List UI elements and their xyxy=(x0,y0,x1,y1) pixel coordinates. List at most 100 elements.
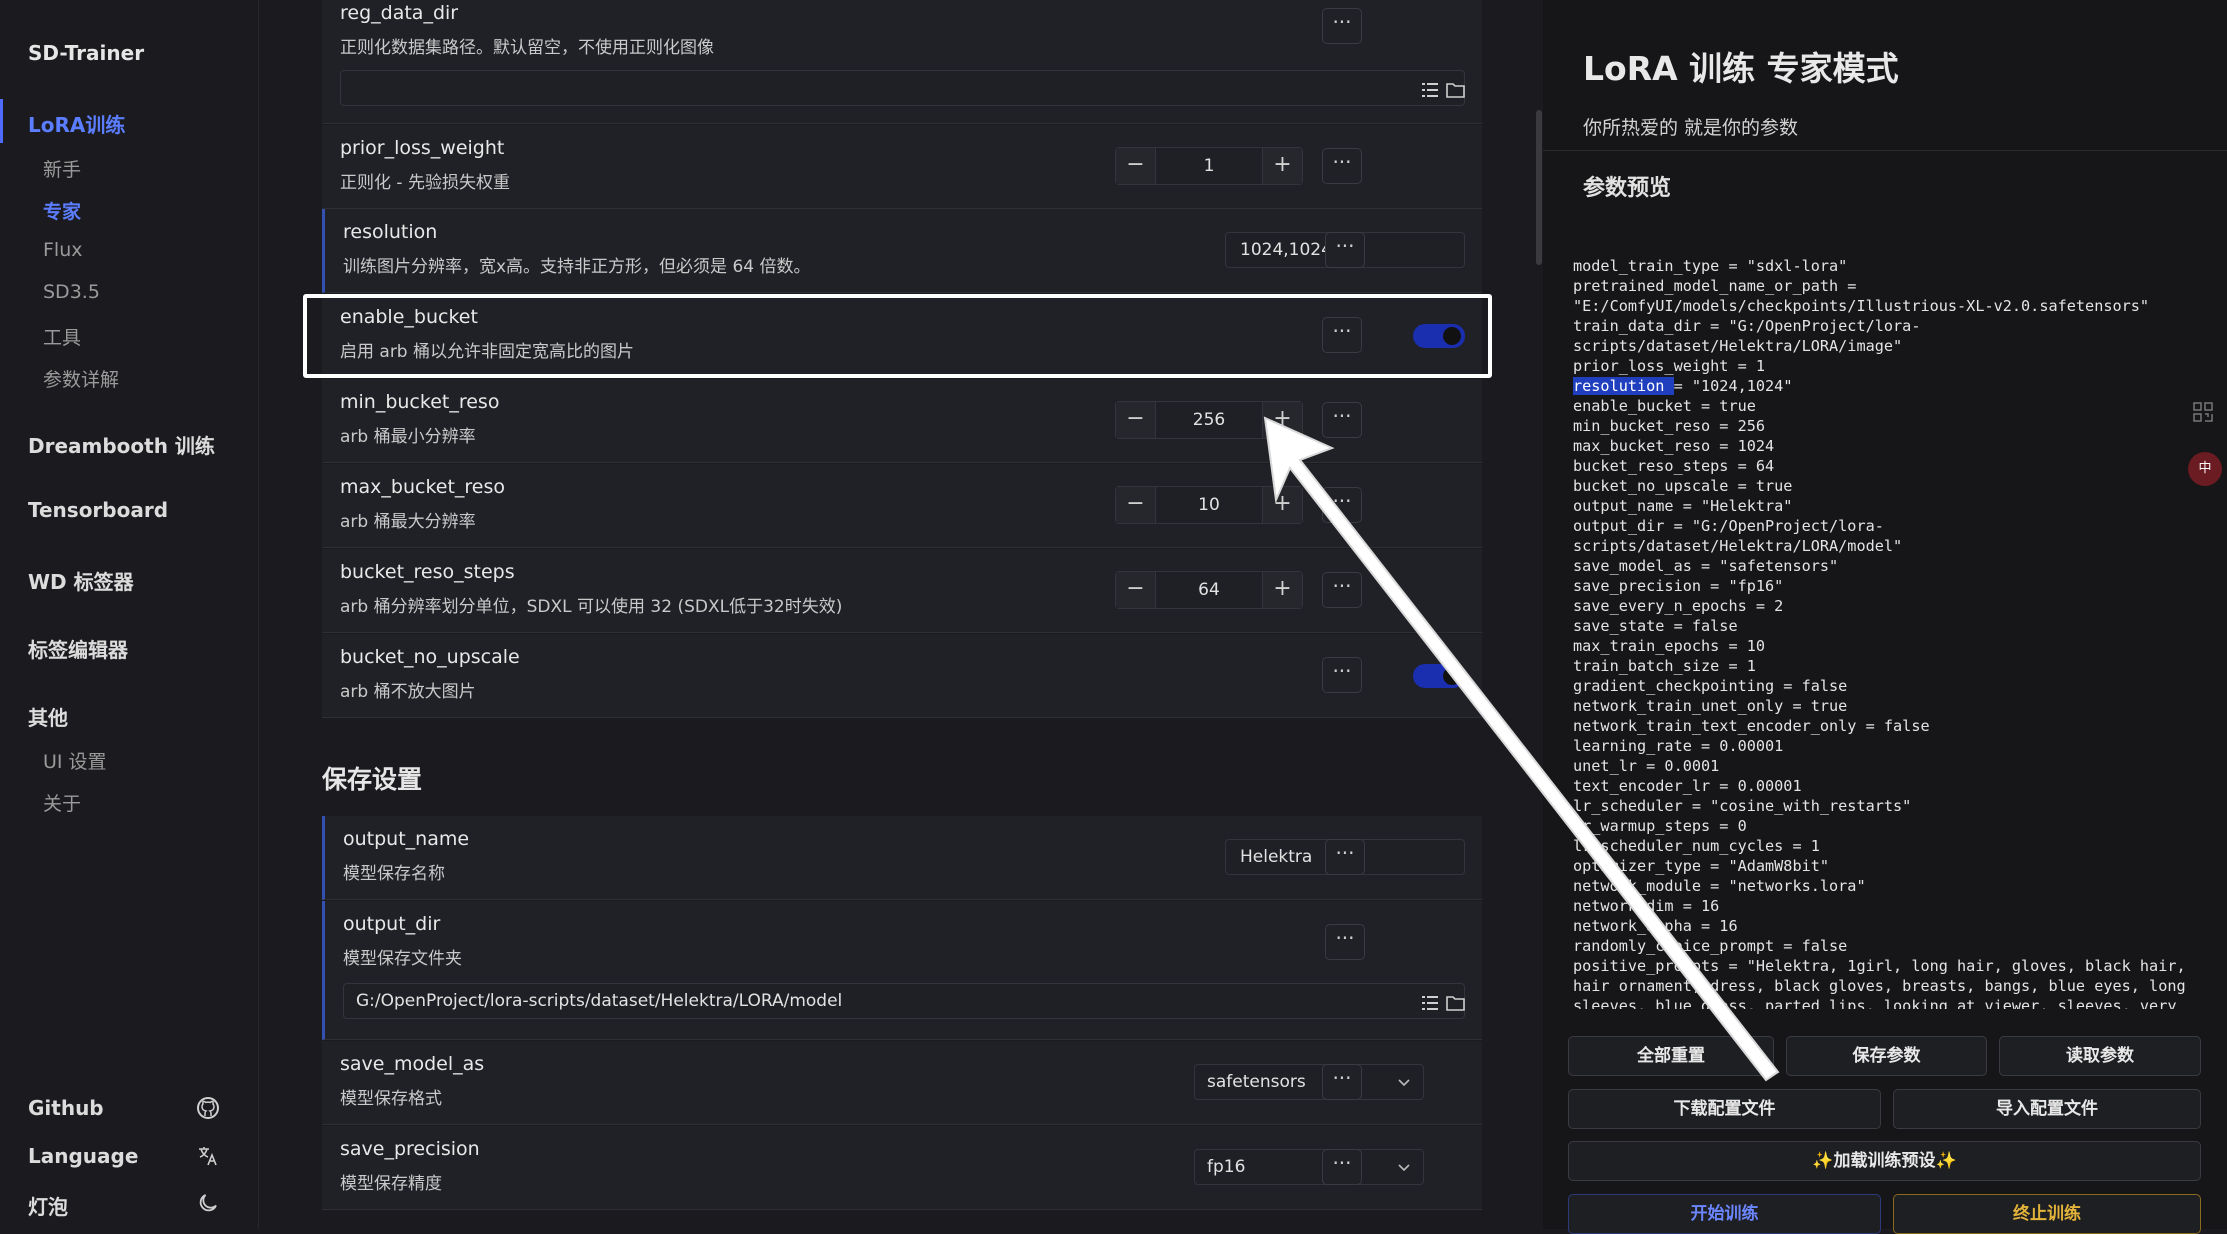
increment-button[interactable]: + xyxy=(1262,402,1302,438)
code-line: network_train_unet_only = true xyxy=(1573,697,1848,715)
sidebar-item-dreambooth[interactable]: Dreambooth 训练 xyxy=(28,430,215,459)
sidebar-item-other[interactable]: 其他 xyxy=(28,702,68,731)
param-name: save_precision xyxy=(340,1138,480,1160)
sidebar-item-wd-tagger[interactable]: WD 标签器 xyxy=(28,566,134,595)
increment-button[interactable]: + xyxy=(1262,148,1302,184)
save-model-as-select[interactable]: safetensors xyxy=(1194,1064,1424,1100)
main-scrollbar-thumb[interactable] xyxy=(1536,110,1542,265)
more-button[interactable]: ··· xyxy=(1322,148,1362,184)
code-line: learning_rate = 0.00001 xyxy=(1573,737,1784,755)
sidebar-sub-expert[interactable]: 专家 xyxy=(43,197,81,224)
sidebar-item-lora[interactable]: LoRA训练 xyxy=(28,109,125,138)
qr-scan-icon[interactable] xyxy=(2192,401,2214,423)
load-preset-button[interactable]: ✨加载训练预设✨ xyxy=(1568,1141,2201,1181)
sidebar: SD-Trainer LoRA训练 新手 专家 Flux SD3.5 工具 参数… xyxy=(0,0,259,1229)
code-line: resolution = "1024,1024" xyxy=(1573,377,1793,395)
row-min-bucket-reso: min_bucket_reso arb 桶最小分辨率 − 256 + ··· xyxy=(322,379,1482,463)
github-icon[interactable] xyxy=(196,1096,220,1120)
more-button[interactable]: ··· xyxy=(1322,1149,1362,1185)
save-precision-select[interactable]: fp16 xyxy=(1194,1149,1424,1185)
more-button[interactable]: ··· xyxy=(1325,924,1365,960)
stepper-value[interactable]: 256 xyxy=(1156,402,1262,438)
sidebar-sub-beginner[interactable]: 新手 xyxy=(43,155,81,182)
more-button[interactable]: ··· xyxy=(1325,839,1365,875)
more-button[interactable]: ··· xyxy=(1322,402,1362,438)
sidebar-sub-param-details[interactable]: 参数详解 xyxy=(43,365,119,392)
decrement-button[interactable]: − xyxy=(1116,487,1156,523)
code-line: unet_lr = 0.0001 xyxy=(1573,757,1720,775)
sidebar-sub-tools[interactable]: 工具 xyxy=(43,323,81,350)
moon-icon[interactable] xyxy=(196,1191,220,1215)
code-line: randomly_choice_prompt = false xyxy=(1573,937,1848,955)
more-button[interactable]: ··· xyxy=(1322,1064,1362,1100)
more-button[interactable]: ··· xyxy=(1322,8,1362,44)
path-picker-icons[interactable] xyxy=(1422,80,1466,100)
sidebar-github-link[interactable]: Github xyxy=(28,1096,104,1120)
row-max-bucket-reso: max_bucket_reso arb 桶最大分辨率 − 10 + ··· xyxy=(322,464,1482,548)
sidebar-item-tag-editor[interactable]: 标签编辑器 xyxy=(28,634,128,663)
translate-icon[interactable] xyxy=(196,1144,220,1168)
param-name: bucket_reso_steps xyxy=(340,561,515,583)
more-button[interactable]: ··· xyxy=(1322,572,1362,608)
decrement-button[interactable]: − xyxy=(1116,572,1156,608)
load-params-button[interactable]: 读取参数 xyxy=(1999,1036,2201,1076)
code-line: scripts/dataset/Helektra/LORA/image" xyxy=(1573,337,1903,355)
toml-preview[interactable]: model_train_type = "sdxl-lora" pretrained… xyxy=(1573,256,2213,1009)
max-bucket-reso-stepper[interactable]: − 10 + xyxy=(1115,486,1303,524)
annotation-highlight-box xyxy=(303,294,1492,378)
code-line: output_name = "Helektra" xyxy=(1573,497,1793,515)
sidebar-language[interactable]: Language xyxy=(28,1144,138,1168)
min-bucket-reso-stepper[interactable]: − 256 + xyxy=(1115,401,1303,439)
decrement-button[interactable]: − xyxy=(1116,148,1156,184)
row-reg-data-dir: reg_data_dir 正则化数据集路径。默认留空，不使用正则化图像 ··· xyxy=(322,0,1482,124)
sidebar-theme[interactable]: 灯泡 xyxy=(28,1191,68,1220)
stepper-value[interactable]: 64 xyxy=(1156,572,1262,608)
sidebar-sub-ui-settings[interactable]: UI 设置 xyxy=(43,747,107,774)
start-training-button[interactable]: 开始训练 xyxy=(1568,1194,1881,1234)
import-config-button[interactable]: 导入配置文件 xyxy=(1893,1089,2201,1129)
bucket-no-upscale-toggle[interactable] xyxy=(1413,664,1465,688)
code-line: bucket_reso_steps = 64 xyxy=(1573,457,1775,475)
param-name: min_bucket_reso xyxy=(340,391,500,413)
decrement-button[interactable]: − xyxy=(1116,402,1156,438)
code-line: optimizer_type = "AdamW8bit" xyxy=(1573,857,1830,875)
increment-button[interactable]: + xyxy=(1262,487,1302,523)
panel-subtitle: 你所热爱的 就是你的参数 xyxy=(1583,117,1799,139)
more-button[interactable]: ··· xyxy=(1322,487,1362,523)
sidebar-item-tensorboard[interactable]: Tensorboard xyxy=(28,498,168,522)
sidebar-sub-flux[interactable]: Flux xyxy=(43,239,83,261)
output-dir-input[interactable]: G:/OpenProject/lora-scripts/dataset/Hele… xyxy=(343,983,1465,1019)
param-desc: arb 桶最小分辨率 xyxy=(340,427,476,447)
app-brand[interactable]: SD-Trainer xyxy=(28,41,144,65)
code-line: output_dir = "G:/OpenProject/lora- xyxy=(1573,517,1884,535)
sidebar-sub-sd35[interactable]: SD3.5 xyxy=(43,281,100,303)
code-line: "E:/ComfyUI/models/checkpoints/Illustrio… xyxy=(1573,297,2150,315)
code-line: lr_warmup_steps = 0 xyxy=(1573,817,1747,835)
chevron-down-icon xyxy=(1398,1079,1410,1087)
sidebar-sub-about[interactable]: 关于 xyxy=(43,789,81,816)
save-params-button[interactable]: 保存参数 xyxy=(1786,1036,1987,1076)
code-line: max_bucket_reso = 1024 xyxy=(1573,437,1775,455)
code-line: save_model_as = "safetensors" xyxy=(1573,557,1839,575)
stepper-value[interactable]: 1 xyxy=(1156,148,1262,184)
code-line: network_dim = 16 xyxy=(1573,897,1720,915)
prior-loss-weight-stepper[interactable]: − 1 + xyxy=(1115,147,1303,185)
bucket-reso-steps-stepper[interactable]: − 64 + xyxy=(1115,571,1303,609)
reset-all-button[interactable]: 全部重置 xyxy=(1568,1036,1774,1076)
more-button[interactable]: ··· xyxy=(1325,232,1365,268)
increment-button[interactable]: + xyxy=(1262,572,1302,608)
row-save-precision: save_precision 模型保存精度 fp16 ··· xyxy=(322,1126,1482,1210)
stepper-value[interactable]: 10 xyxy=(1156,487,1262,523)
param-desc: arb 桶分辨率划分单位，SDXL 可以使用 32 (SDXL低于32时失效) xyxy=(340,597,843,617)
download-config-button[interactable]: 下载配置文件 xyxy=(1568,1089,1881,1129)
sidebar-active-indicator xyxy=(0,99,3,143)
code-line: network_module = "networks.lora" xyxy=(1573,877,1866,895)
param-desc: 模型保存格式 xyxy=(340,1089,442,1109)
select-value: safetensors xyxy=(1207,1072,1306,1092)
stop-training-button[interactable]: 终止训练 xyxy=(1893,1194,2201,1234)
translate-badge[interactable]: 中 xyxy=(2188,452,2222,486)
path-picker-icons[interactable] xyxy=(1422,993,1466,1013)
param-desc: 正则化数据集路径。默认留空，不使用正则化图像 xyxy=(340,38,714,58)
reg-data-dir-input[interactable] xyxy=(340,70,1465,106)
more-button[interactable]: ··· xyxy=(1322,657,1362,693)
